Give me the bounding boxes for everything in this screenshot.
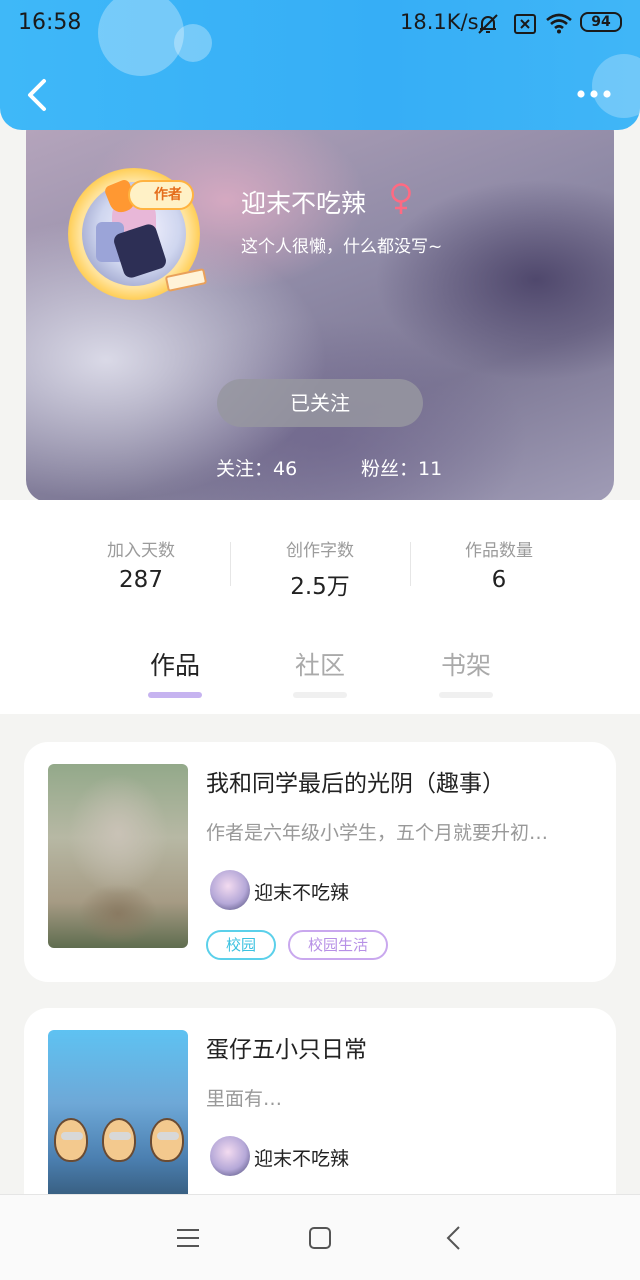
stat-value: 2.5万	[290, 574, 350, 600]
stat-value: 287	[119, 567, 163, 593]
author-avatar[interactable]	[210, 1136, 250, 1176]
following-count[interactable]: 关注：46	[216, 454, 297, 481]
wifi-icon	[546, 13, 572, 34]
tab-indicator	[439, 692, 493, 698]
username: 迎末不吃辣	[241, 189, 367, 218]
mute-bell-icon	[478, 14, 498, 34]
tab-bar: 作品 社区 书架	[0, 630, 640, 714]
work-title[interactable]: 我和同学最后的光阴（趣事）	[206, 764, 505, 798]
header: 16:58 18.1K/s 94	[0, 0, 640, 130]
avatar[interactable]: 作者	[68, 164, 208, 304]
work-title[interactable]: 蛋仔五小只日常	[206, 1030, 367, 1064]
stat-label: 创作字数	[286, 541, 354, 561]
follow-button[interactable]: 已关注	[217, 379, 423, 427]
stat-label: 作品数量	[465, 541, 533, 561]
stat-works-count: 作品数量 6	[410, 536, 588, 593]
tag-campus[interactable]: 校园	[206, 930, 276, 960]
fans-count[interactable]: 粉丝：11	[361, 454, 442, 481]
status-time: 16:58	[18, 10, 82, 35]
work-card[interactable]: 我和同学最后的光阴（趣事） 作者是六年级小学生，五个月就要升初… 迎末不吃辣 校…	[24, 742, 616, 982]
stat-label: 加入天数	[107, 541, 175, 561]
stat-value: 6	[491, 567, 507, 593]
tab-indicator	[293, 692, 347, 698]
no-sim-icon	[514, 14, 536, 34]
tag-campus-life[interactable]: 校园生活	[288, 930, 388, 960]
female-icon	[391, 183, 411, 214]
status-bar: 16:58 18.1K/s 94	[0, 0, 640, 48]
author-avatar[interactable]	[210, 870, 250, 910]
tab-community[interactable]: 社区	[280, 646, 360, 682]
work-cover-image[interactable]	[48, 1030, 188, 1214]
back-icon[interactable]	[22, 76, 52, 114]
stat-join-days: 加入天数 287	[52, 536, 230, 593]
tab-bookshelf[interactable]: 书架	[426, 646, 506, 682]
works-list: 我和同学最后的光阴（趣事） 作者是六年级小学生，五个月就要升初… 迎末不吃辣 校…	[0, 714, 640, 1248]
author-name[interactable]: 迎末不吃辣	[254, 878, 349, 905]
nav-back-icon[interactable]	[440, 1223, 470, 1253]
more-icon[interactable]	[576, 86, 612, 102]
home-icon[interactable]	[305, 1223, 335, 1253]
work-description: 作者是六年级小学生，五个月就要升初…	[206, 822, 549, 844]
menu-icon[interactable]	[173, 1223, 203, 1253]
work-cover-image[interactable]	[48, 764, 188, 948]
profile-screen: 16:58 18.1K/s 94 作者 迎末不吃辣 这个人很懒，什么都没写~ 已…	[0, 0, 640, 1280]
stats-card: 加入天数 287 创作字数 2.5万 作品数量 6	[52, 500, 588, 626]
stat-word-count: 创作字数 2.5万	[231, 536, 409, 601]
bio: 这个人很懒，什么都没写~	[241, 237, 443, 257]
active-tab-indicator	[148, 692, 202, 698]
profile-banner: 作者 迎末不吃辣 这个人很懒，什么都没写~ 已关注 关注：46 粉丝：11	[26, 110, 614, 502]
author-badge: 作者	[128, 180, 194, 210]
system-nav-bar	[0, 1194, 640, 1280]
battery-indicator: 94	[580, 12, 622, 32]
work-description: 里面有…	[206, 1088, 283, 1110]
author-name[interactable]: 迎末不吃辣	[254, 1144, 349, 1171]
tab-works[interactable]: 作品	[135, 646, 215, 682]
network-speed: 18.1K/s	[400, 10, 479, 34]
